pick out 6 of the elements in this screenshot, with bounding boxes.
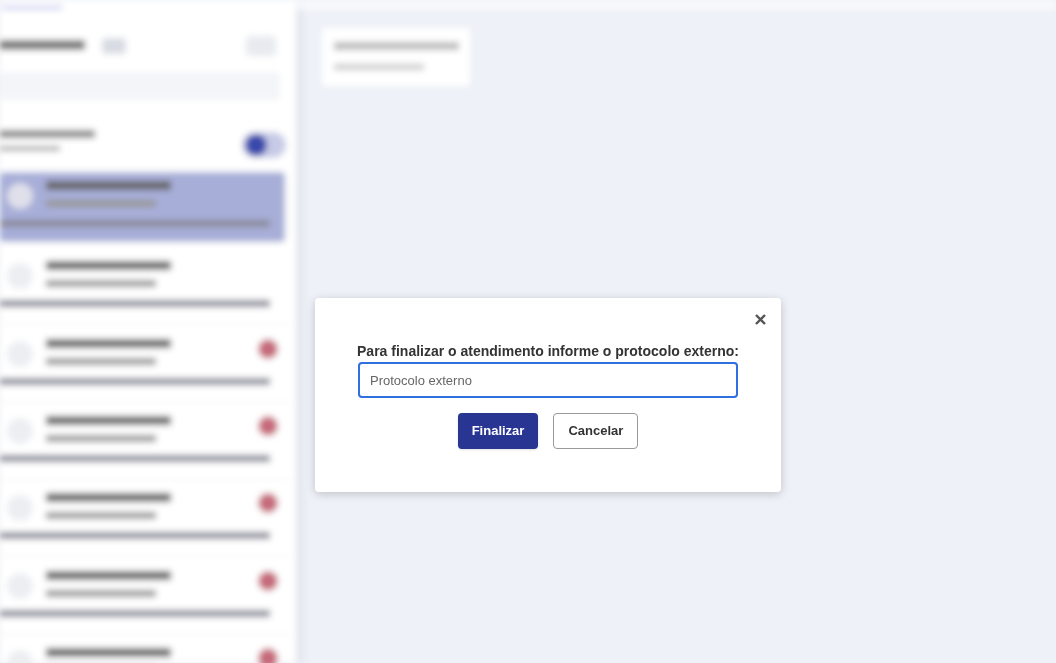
close-button[interactable]	[753, 312, 767, 326]
finish-button[interactable]: Finalizar	[457, 413, 539, 449]
cancel-button[interactable]: Cancelar	[553, 413, 639, 449]
dialog-prompt: Para finalizar o atendimento informe o protocolo externo:	[357, 342, 739, 360]
close-icon	[754, 313, 766, 325]
protocol-input-field[interactable]: Protocolo externo	[358, 362, 738, 398]
